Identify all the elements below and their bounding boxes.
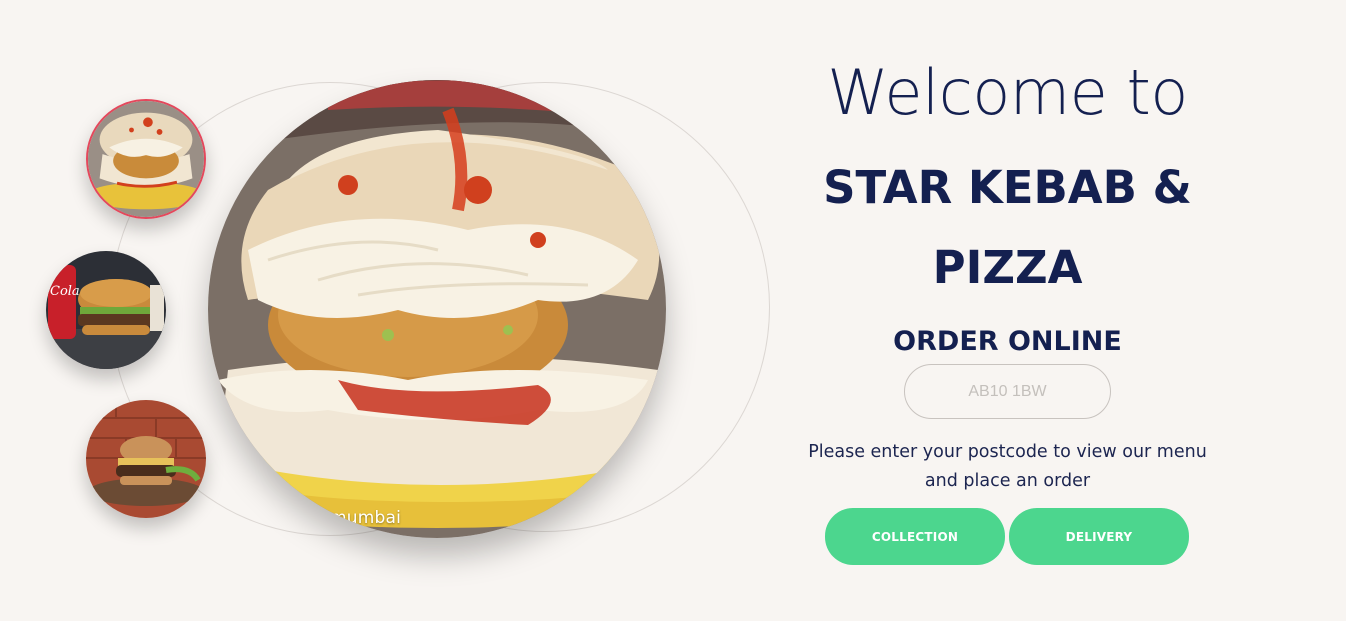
burger-board-image	[86, 400, 206, 518]
thumbnail-burger-cola[interactable]: Cola	[46, 251, 166, 369]
restaurant-name-line-2: PIZZA	[932, 241, 1083, 294]
hero-vada-pav-image	[208, 80, 666, 538]
restaurant-name-line-1: STAR KEBAB &	[823, 161, 1192, 214]
thumbnail-burger-board[interactable]	[86, 400, 206, 518]
hero-food-image: mumbai	[208, 80, 666, 538]
postcode-input[interactable]	[904, 364, 1111, 419]
postcode-hint: Please enter your postcode to view our m…	[808, 442, 1207, 491]
collection-button[interactable]: COLLECTION	[825, 508, 1005, 565]
restaurant-name: STAR KEBAB & PIZZA	[780, 148, 1235, 308]
burger-cola-image: Cola	[46, 251, 166, 369]
thumbnail-vada-pav[interactable]	[86, 99, 206, 219]
order-panel: Welcome to STAR KEBAB & PIZZA ORDER ONLI…	[780, 0, 1235, 621]
order-online-title: ORDER ONLINE	[893, 326, 1122, 357]
delivery-button[interactable]: DELIVERY	[1009, 508, 1189, 565]
vada-pav-image	[88, 101, 204, 217]
svg-text:Cola: Cola	[50, 284, 80, 299]
hero-caption: mumbai	[330, 508, 402, 528]
landing-page: Cola mumbai Welcome to STAR KEBAB & PIZZ…	[0, 0, 1346, 621]
welcome-heading: Welcome to	[827, 56, 1188, 129]
